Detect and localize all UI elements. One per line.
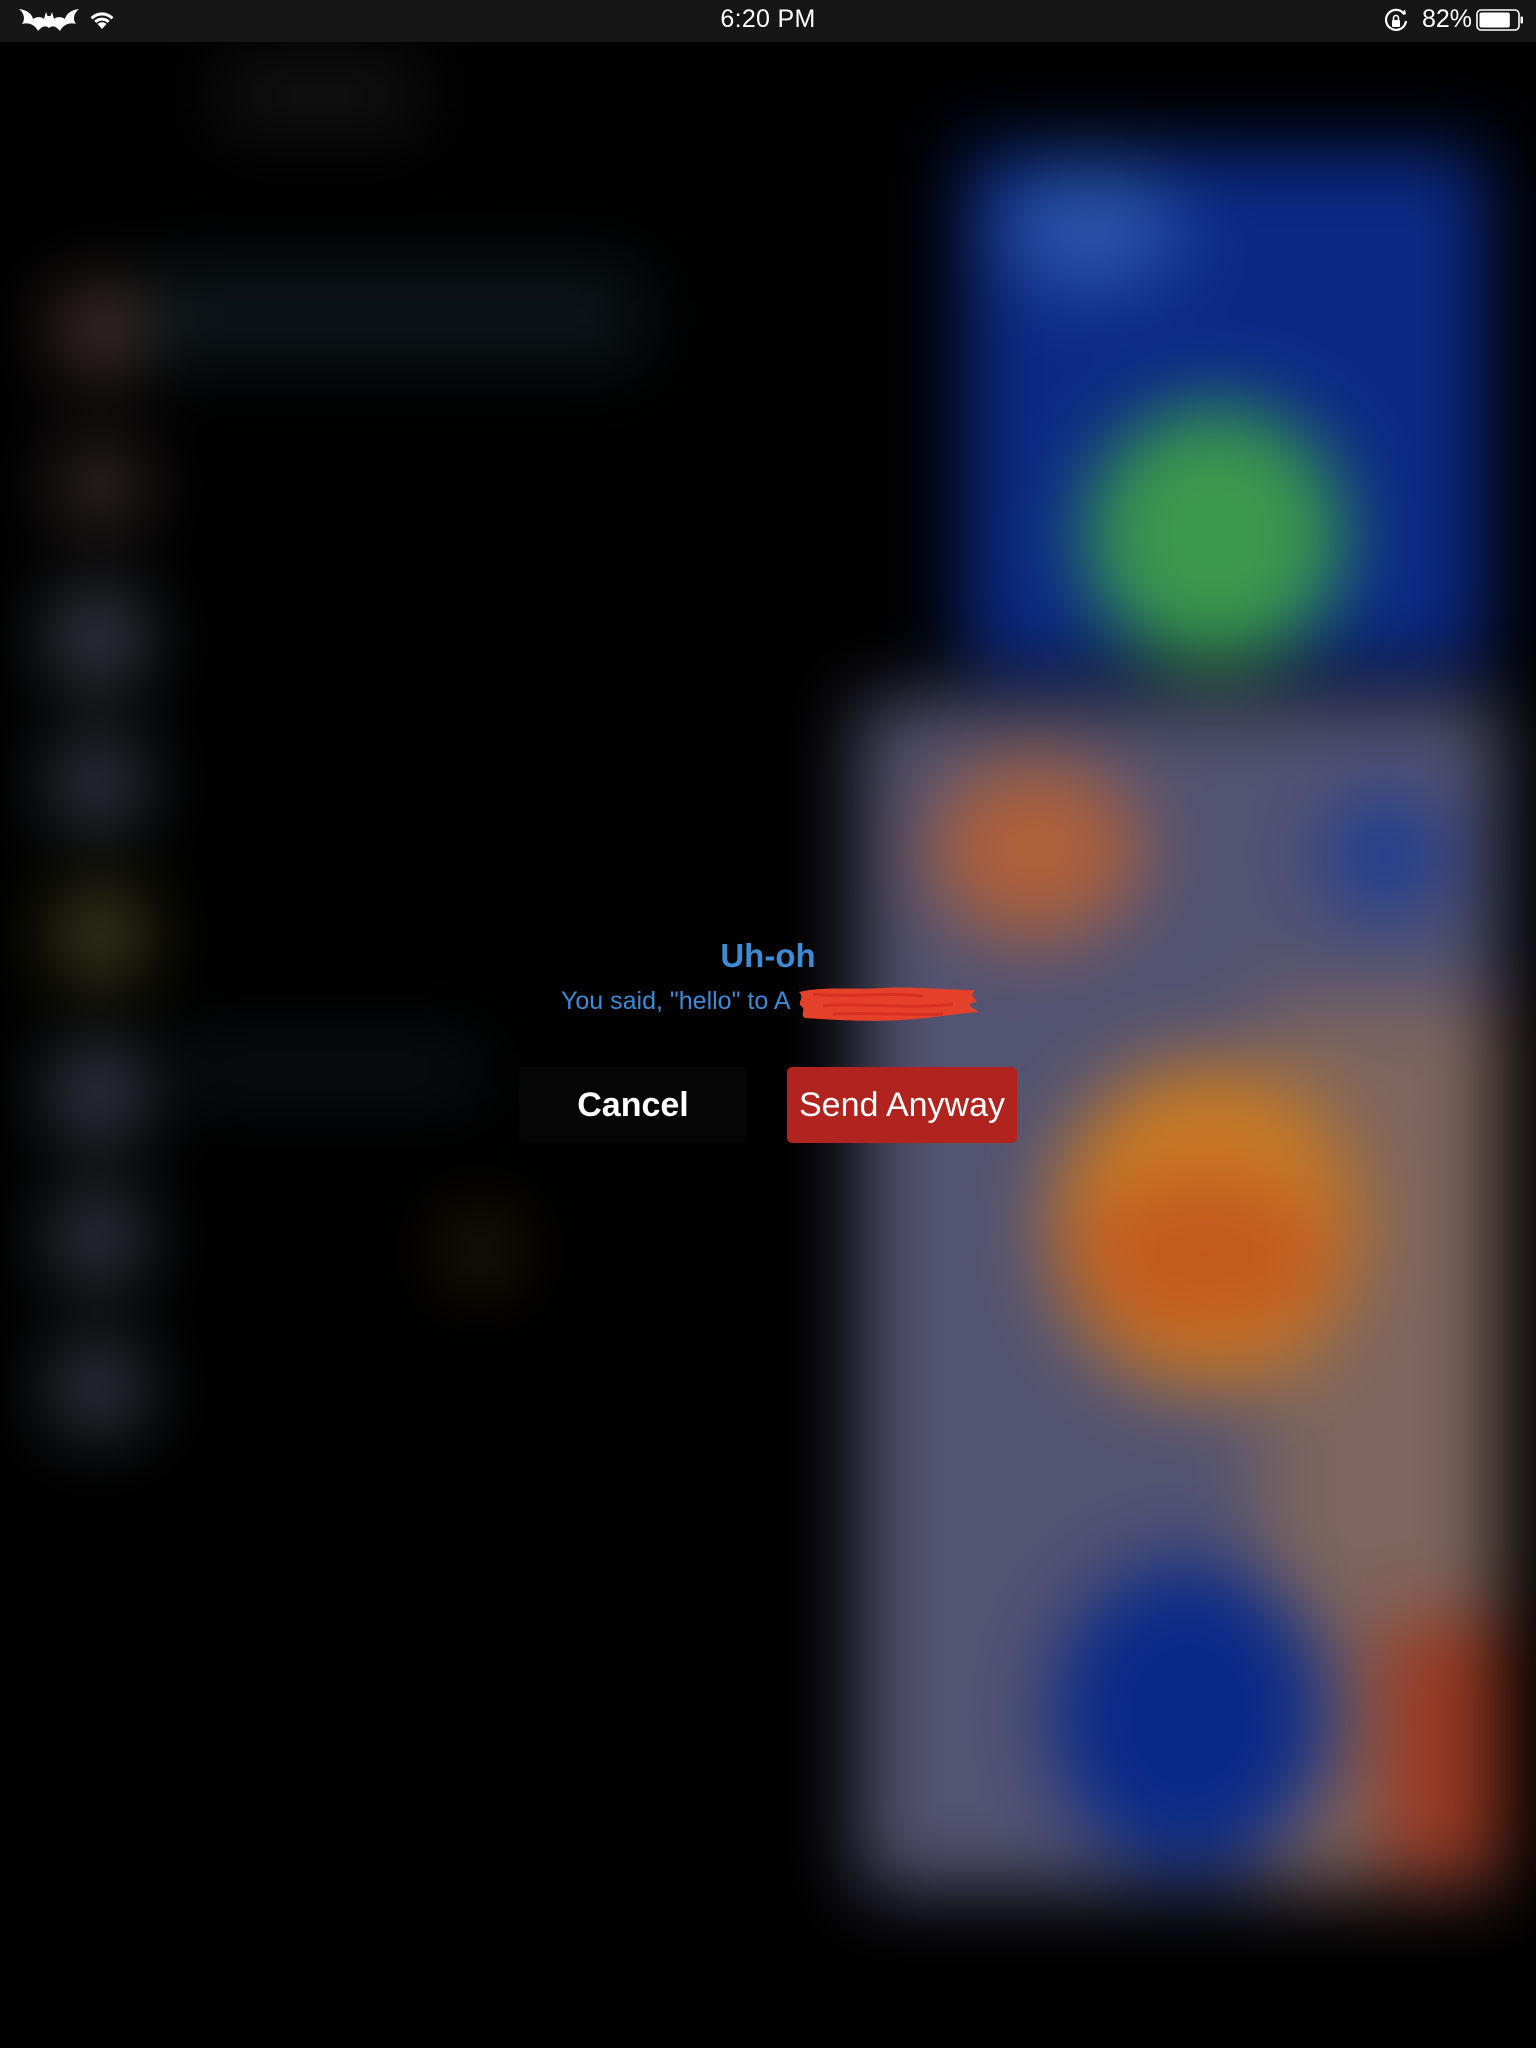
blurred-background [0,0,1536,2048]
bg-small-yellow [450,1220,510,1280]
screen: 6:20 PM 82% Uh-oh You said, "hello" to A… [0,0,1536,2048]
bg-row-highlight [150,270,640,360]
redaction-scribble [799,987,979,1021]
battery-level-fill [1479,12,1510,28]
bg-orange-circle-inner [1080,1180,1330,1330]
alert-message: You said, "hello" to A [561,986,791,1015]
bg-blue-card-glow [1000,170,1180,290]
bg-navy-circle [1050,1560,1330,1870]
battery-icon [1476,9,1523,31]
bg-avatar-3 [50,590,145,685]
bg-avatar-1 [55,285,145,375]
alert-title: Uh-oh [720,937,816,974]
bg-red-corner [1380,1620,1500,1880]
bg-avatar-7 [50,1190,145,1285]
alert-message-row: You said, "hello" to A [561,986,979,1021]
send-anyway-button[interactable]: Send Anyway [787,1067,1017,1143]
bg-top-haze [220,60,420,130]
bg-avatar-4 [50,735,145,830]
cancel-button[interactable]: Cancel [519,1067,747,1143]
battery-percentage: 82% [1421,5,1472,33]
bg-blue-circle-small [1320,790,1450,920]
bg-avatar-8 [50,1340,145,1435]
bg-avatar-2 [55,440,145,530]
bg-row-2 [180,1050,480,1090]
bg-green-circle [1085,405,1345,665]
status-time: 6:20 PM [720,5,816,33]
status-bar: 6:20 PM 82% [0,0,1536,42]
bg-avatar-6 [50,1045,145,1140]
bg-orange-circle-small [930,760,1140,940]
